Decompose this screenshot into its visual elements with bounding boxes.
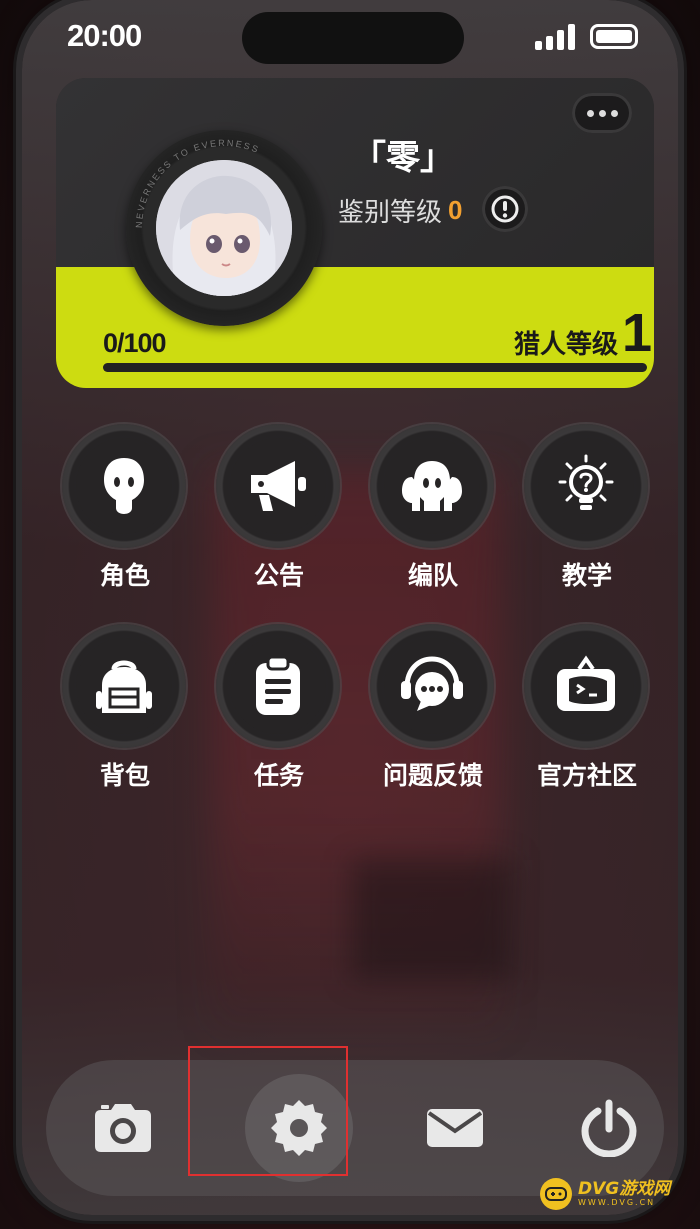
avatar-portrait-icon [156, 160, 292, 296]
menu-item-tutorial[interactable]: 教学 [522, 424, 652, 604]
menu-item-circle [370, 424, 494, 548]
hunter-level-label: 猎人等级 [514, 330, 619, 360]
hunter-level-value: 1 [622, 303, 653, 363]
menu-item-community[interactable]: 官方社区 [522, 624, 652, 804]
menu-item-label: 公告 [253, 561, 304, 590]
menu-item-label: 问题反馈 [382, 761, 483, 790]
mail-icon [427, 1109, 483, 1147]
menu-item-quest[interactable]: 任务 [214, 624, 344, 804]
menu-item-circle [524, 424, 648, 548]
watermark: DVG游戏网 WWW.DVG.CN [540, 1176, 690, 1212]
camera-button[interactable] [68, 1088, 178, 1168]
menu-item-character[interactable]: 角色 [60, 424, 190, 604]
signal-icon [535, 24, 575, 50]
battery-icon [590, 24, 638, 49]
menu-item-label: 编队 [407, 561, 458, 590]
rank-info-button[interactable] [482, 186, 528, 232]
menu-item-team[interactable]: 编队 [368, 424, 498, 604]
mail-button[interactable] [400, 1088, 510, 1168]
dot-icon [598, 109, 606, 117]
avatar-ring[interactable]: NEVERNESS TO EVERNESS [126, 130, 322, 326]
status-time: 20:00 [67, 18, 142, 53]
menu-item-backpack[interactable]: 背包 [60, 624, 190, 804]
clipboard-icon [256, 655, 300, 715]
menu-item-label: 角色 [99, 561, 150, 590]
exp-text: 0/100 [103, 328, 167, 358]
backpack-icon [96, 660, 152, 713]
player-name: 「零」 [352, 138, 454, 178]
menu-item-circle [216, 624, 340, 748]
menu-item-circle [370, 624, 494, 748]
menu-item-label: 官方社区 [536, 761, 637, 790]
community-icon [557, 655, 615, 711]
dot-icon [586, 109, 594, 117]
menu-item-label: 教学 [561, 561, 612, 590]
power-button[interactable] [554, 1088, 664, 1168]
profile-card: NEVERNESS TO EVERNESS 「零」 鉴别等级 [56, 78, 654, 388]
megaphone-icon [251, 461, 306, 511]
menu-item-feedback[interactable]: 问题反馈 [368, 624, 498, 804]
watermark-url: WWW.DVG.CN [578, 1198, 656, 1207]
menu-item-circle [62, 624, 186, 748]
phone-frame: 20:00 NEVERNESS TO EVERNESS [22, 0, 678, 1215]
gamepad-logo-icon [540, 1178, 572, 1210]
rank-label: 鉴别等级 [338, 198, 443, 228]
dot-icon [610, 109, 618, 117]
feedback-icon [401, 656, 463, 711]
menu-item-label: 背包 [99, 761, 150, 790]
more-options-button[interactable] [572, 93, 632, 133]
power-icon [581, 1099, 637, 1157]
background-blur-dark [352, 860, 512, 980]
rank-line: 鉴别等级 0 [338, 192, 462, 229]
character-icon [104, 458, 144, 514]
menu-item-circle [62, 424, 186, 548]
exclamation-icon [491, 195, 519, 223]
camera-icon [95, 1104, 151, 1152]
exp-progress-bar [103, 363, 647, 372]
lightbulb-icon [558, 454, 614, 510]
team-icon [402, 461, 462, 511]
menu-item-circle [216, 424, 340, 548]
dynamic-island [242, 12, 464, 64]
menu-item-label: 任务 [253, 761, 304, 790]
menu-item-announcement[interactable]: 公告 [214, 424, 344, 604]
watermark-title: DVG游戏网 [578, 1179, 671, 1199]
highlight-box [188, 1046, 348, 1176]
menu-item-circle [524, 624, 648, 748]
avatar [156, 160, 292, 296]
rank-value: 0 [448, 195, 463, 225]
